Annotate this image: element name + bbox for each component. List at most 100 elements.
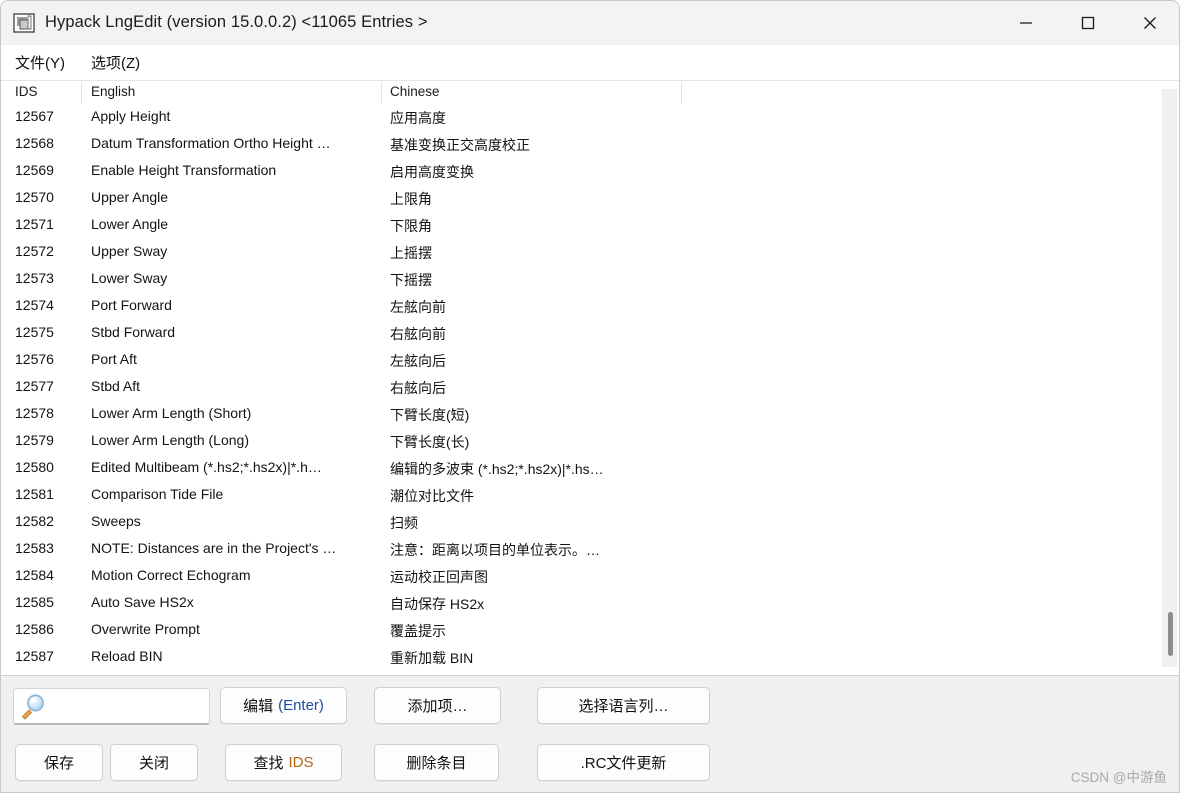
scrollbar-thumb[interactable] (1168, 612, 1173, 656)
minimize-icon (1020, 22, 1032, 24)
cell-ids: 12583 (15, 540, 54, 556)
cell-ids: 12575 (15, 324, 54, 340)
cell-chinese: 注意：距离以项目的单位表示。… (390, 542, 600, 558)
table-row[interactable]: 12575 Stbd Forward 右舷向前 (1, 320, 1179, 347)
cell-ids: 12576 (15, 351, 54, 367)
window-title: Hypack LngEdit (version 15.0.0.2) <11065… (45, 13, 428, 31)
window-controls (995, 1, 1179, 45)
cell-english: Comparison Tide File (91, 486, 224, 502)
list-column-headers: IDS English Chinese (1, 82, 1179, 104)
cell-chinese: 下臂长度(短) (390, 407, 470, 423)
table-row[interactable]: 12583 NOTE: Distances are in the Project'… (1, 536, 1179, 563)
table-row[interactable]: 12580 Edited Multibeam (*.hs2;*.hs2x)|*.h… (1, 455, 1179, 482)
table-row[interactable]: 12577 Stbd Aft 右舷向后 (1, 374, 1179, 401)
search-field-wrapper[interactable] (13, 688, 210, 725)
close-button[interactable] (1119, 1, 1179, 45)
find-ids-button-label: 查找 (253, 755, 284, 772)
table-row[interactable]: 12568 Datum Transformation Ortho Height …… (1, 131, 1179, 158)
cell-chinese: 启用高度变换 (390, 164, 474, 180)
cell-ids: 12579 (15, 432, 54, 448)
close-dialog-button[interactable]: 关闭 (110, 744, 198, 781)
menu-item-options[interactable]: 选项(Z) (89, 49, 150, 76)
cell-english: Port Forward (91, 297, 172, 313)
table-row[interactable]: 12582 Sweeps 扫频 (1, 509, 1179, 536)
table-row[interactable]: 12586 Overwrite Prompt 覆盖提示 (1, 617, 1179, 644)
cell-english: Auto Save HS2x (91, 594, 194, 610)
cell-chinese: 潮位对比文件 (390, 488, 474, 504)
save-button-label: 保存 (43, 755, 74, 772)
magnifier-icon (18, 691, 48, 721)
table-row[interactable]: 12576 Port Aft 左舷向后 (1, 347, 1179, 374)
cell-chinese: 应用高度 (390, 110, 446, 126)
cell-chinese: 右舷向后 (390, 380, 446, 396)
entries-list[interactable]: IDS English Chinese 12567 Apply Height 应用高… (1, 82, 1179, 675)
table-row[interactable]: 12567 Apply Height 应用高度 (1, 104, 1179, 131)
cell-chinese: 重新加载 BIN (390, 650, 474, 666)
column-header-english[interactable]: English (91, 84, 135, 99)
close-icon (1144, 17, 1156, 29)
cell-ids: 12580 (15, 459, 54, 475)
rc-file-update-button[interactable]: .RC文件更新 (537, 744, 710, 781)
table-row[interactable]: 12570 Upper Angle 上限角 (1, 185, 1179, 212)
search-input[interactable] (48, 691, 203, 721)
cell-ids: 12574 (15, 297, 54, 313)
watermark: CSDN @中游鱼 (1070, 770, 1167, 785)
table-row[interactable]: 12573 Lower Sway 下摇摆 (1, 266, 1179, 293)
cell-chinese: 左舷向后 (390, 353, 446, 369)
cell-ids: 12586 (15, 621, 54, 637)
cell-ids: 12587 (15, 648, 54, 664)
column-divider-2[interactable] (381, 82, 382, 104)
find-ids-button-suffix: IDS (288, 754, 314, 771)
edit-button-label: 编辑 (243, 698, 274, 715)
bottom-toolbar: 编辑 (Enter) 添加项… 选择语言列… 保存 关闭 查找 IDS 删除条目… (1, 675, 1179, 792)
minimize-button[interactable] (995, 1, 1057, 45)
table-row[interactable]: 12574 Port Forward 左舷向前 (1, 293, 1179, 320)
save-button[interactable]: 保存 (15, 744, 103, 781)
cell-english: Edited Multibeam (*.hs2;*.hs2x)|*.h… (91, 459, 322, 475)
cell-english: Overwrite Prompt (91, 621, 200, 637)
cell-english: Lower Arm Length (Long) (91, 432, 249, 448)
table-row[interactable]: 12585 Auto Save HS2x 自动保存 HS2x (1, 590, 1179, 617)
column-divider-1[interactable] (81, 82, 82, 104)
menu-item-file[interactable]: 文件(Y) (13, 49, 75, 76)
vertical-scrollbar[interactable] (1161, 89, 1177, 667)
cell-english: Stbd Forward (91, 324, 176, 340)
table-row[interactable]: 12579 Lower Arm Length (Long) 下臂长度(长) (1, 428, 1179, 455)
cell-chinese: 下臂长度(长) (390, 434, 470, 450)
cell-english: Enable Height Transformation (91, 162, 277, 178)
cell-chinese: 上限角 (390, 191, 432, 207)
maximize-button[interactable] (1057, 1, 1119, 45)
table-row[interactable]: 12581 Comparison Tide File 潮位对比文件 (1, 482, 1179, 509)
menu-bar: 文件(Y) 选项(Z) (1, 45, 1179, 81)
delete-entry-button[interactable]: 删除条目 (374, 744, 499, 781)
app-window-icon (13, 12, 35, 34)
add-item-button[interactable]: 添加项… (374, 687, 501, 724)
cell-english: Apply Height (91, 108, 171, 124)
table-row[interactable]: 12578 Lower Arm Length (Short) 下臂长度(短) (1, 401, 1179, 428)
cell-ids: 12577 (15, 378, 54, 394)
cell-english: Lower Sway (91, 270, 168, 286)
column-header-ids[interactable]: IDS (15, 84, 38, 99)
table-row[interactable]: 12569 Enable Height Transformation 启用高度变换 (1, 158, 1179, 185)
table-row[interactable]: 12572 Upper Sway 上摇摆 (1, 239, 1179, 266)
cell-ids: 12572 (15, 243, 54, 259)
table-row[interactable]: 12587 Reload BIN 重新加载 BIN (1, 644, 1179, 671)
cell-ids: 12584 (15, 567, 54, 583)
table-row[interactable]: 12571 Lower Angle 下限角 (1, 212, 1179, 239)
delete-entry-button-label: 删除条目 (406, 755, 467, 772)
cell-chinese: 下摇摆 (390, 272, 432, 288)
rc-file-update-button-label: .RC文件更新 (580, 755, 667, 772)
cell-chinese: 自动保存 HS2x (390, 596, 485, 612)
cell-ids: 12573 (15, 270, 54, 286)
column-divider-3[interactable] (681, 82, 682, 104)
column-header-chinese[interactable]: Chinese (390, 84, 440, 99)
find-ids-button[interactable]: 查找 IDS (225, 744, 342, 781)
cell-ids: 12570 (15, 189, 54, 205)
cell-chinese: 覆盖提示 (390, 623, 446, 639)
table-row[interactable]: 12584 Motion Correct Echogram 运动校正回声图 (1, 563, 1179, 590)
cell-chinese: 编辑的多波束 (*.hs2;*.hs2x)|*.hs… (390, 461, 604, 477)
select-language-column-button[interactable]: 选择语言列… (537, 687, 710, 724)
cell-english: Sweeps (91, 513, 141, 529)
edit-button[interactable]: 编辑 (Enter) (220, 687, 347, 724)
cell-chinese: 基准变换正交高度校正 (390, 137, 530, 153)
